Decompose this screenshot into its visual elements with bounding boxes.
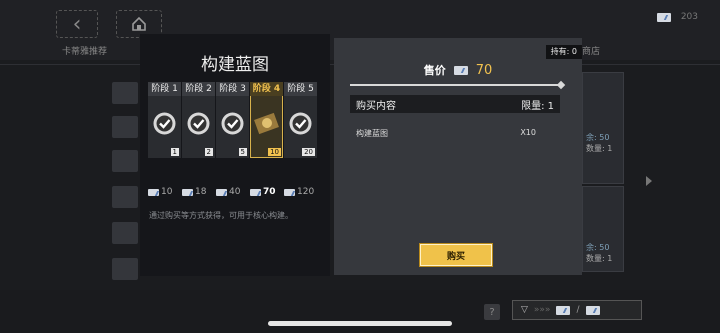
limit-label: 限量: 1 <box>521 100 554 112</box>
stage-price-value: 120 <box>297 187 315 197</box>
panel-description: 通过购买等方式获得，可用于核心构建。 <box>149 211 293 220</box>
chevron-left-icon: ‹ <box>72 11 82 37</box>
home-indicator[interactable] <box>268 321 452 326</box>
arrow-right-icon[interactable] <box>646 176 652 186</box>
panel-title: 构建蓝图 <box>201 55 269 75</box>
shop-card[interactable] <box>582 72 624 184</box>
ticket-icon <box>182 188 193 196</box>
ticket-icon <box>284 188 295 196</box>
check-badge-icon <box>221 112 244 135</box>
price-value: 70 <box>475 62 493 78</box>
stage-price-value: 70 <box>263 187 276 197</box>
stage-price-value: 10 <box>161 187 173 197</box>
content-header-label: 购买内容 <box>356 100 396 112</box>
slash-icon: / <box>576 305 580 315</box>
blueprint-chip-icon <box>254 112 279 135</box>
blueprint-panel: 构建蓝图 阶段 1 1 阶段 2 2 阶段 3 5 阶段 4 10 阶段 5 20 10 18 40 7… <box>140 34 330 276</box>
check-badge-icon <box>153 112 176 135</box>
tab-recommend[interactable]: 卡蒂雅推荐 <box>62 44 107 57</box>
sidebar-item[interactable] <box>112 150 138 172</box>
currency-amount: 203 <box>680 12 698 22</box>
list-item: 构建蓝图 X10 <box>356 128 536 139</box>
ticket-icon <box>585 305 600 315</box>
triangle-icon: ▽ <box>521 305 528 315</box>
stage-list: 阶段 1 1 阶段 2 2 阶段 3 5 阶段 4 10 阶段 5 20 <box>148 82 317 158</box>
stage-price: 18 <box>182 187 215 197</box>
stage-count: 2 <box>204 148 213 156</box>
stage-tab-4[interactable]: 阶段 4 10 <box>250 82 283 158</box>
check-badge-icon <box>289 112 312 135</box>
stage-price-value: 18 <box>195 187 207 197</box>
stage-price: 10 <box>148 187 181 197</box>
check-badge-icon <box>187 112 210 135</box>
stage-count: 20 <box>302 148 315 156</box>
stage-label: 阶段 4 <box>250 82 283 96</box>
stage-count: 5 <box>238 148 247 156</box>
holding-badge: 持有: 0 <box>545 45 582 59</box>
currency-exchange[interactable]: ▽ »»» / <box>512 300 642 320</box>
item-quantity: X10 <box>520 128 536 137</box>
stage-price-value: 40 <box>229 187 241 197</box>
card-count: 数量: 1 <box>586 254 613 263</box>
item-name: 构建蓝图 <box>356 129 388 138</box>
ticket-icon <box>556 305 571 315</box>
sidebar-item[interactable] <box>112 258 138 280</box>
stage-price-list: 10 18 40 70 120 <box>148 187 317 197</box>
stage-label: 阶段 2 <box>182 82 215 96</box>
stage-count: 10 <box>268 148 281 156</box>
content-header: 购买内容 限量: 1 <box>350 95 560 113</box>
ticket-icon <box>216 188 227 196</box>
chevrons-icon: »»» <box>533 305 551 315</box>
sidebar-item[interactable] <box>112 222 138 244</box>
buy-button[interactable]: 购买 <box>420 244 492 266</box>
tab-shop[interactable]: 商店 <box>582 44 600 57</box>
ticket-icon <box>148 188 159 196</box>
stage-tab-5[interactable]: 阶段 5 20 <box>284 82 317 158</box>
sidebar-item[interactable] <box>112 116 138 138</box>
stage-label: 阶段 5 <box>284 82 317 96</box>
sidebar-item[interactable] <box>112 82 138 104</box>
card-remaining: 余: 50 <box>586 133 610 142</box>
price-row: 售价 70 <box>334 62 582 78</box>
back-button[interactable]: ‹ <box>56 10 98 38</box>
price-divider <box>350 84 560 86</box>
stage-label: 阶段 3 <box>216 82 249 96</box>
stage-count: 1 <box>170 148 179 156</box>
ticket-icon <box>453 65 468 75</box>
help-button[interactable]: ? <box>484 304 500 320</box>
ticket-icon <box>656 12 671 22</box>
card-remaining: 余: 50 <box>586 243 610 252</box>
stage-price: 40 <box>216 187 249 197</box>
stage-price: 120 <box>284 187 317 197</box>
purchase-panel: 持有: 0 售价 70 购买内容 限量: 1 构建蓝图 X10 购买 <box>334 38 582 275</box>
price-label: 售价 <box>423 64 446 77</box>
card-count: 数量: 1 <box>586 144 613 153</box>
ticket-icon <box>250 188 261 196</box>
stage-price: 70 <box>250 187 283 197</box>
sidebar-item[interactable] <box>112 186 138 208</box>
currency-display: 203 <box>656 12 698 22</box>
home-icon <box>132 16 146 31</box>
stage-label: 阶段 1 <box>148 82 181 96</box>
stage-tab-3[interactable]: 阶段 3 5 <box>216 82 249 158</box>
stage-tab-1[interactable]: 阶段 1 1 <box>148 82 181 158</box>
stage-tab-2[interactable]: 阶段 2 2 <box>182 82 215 158</box>
